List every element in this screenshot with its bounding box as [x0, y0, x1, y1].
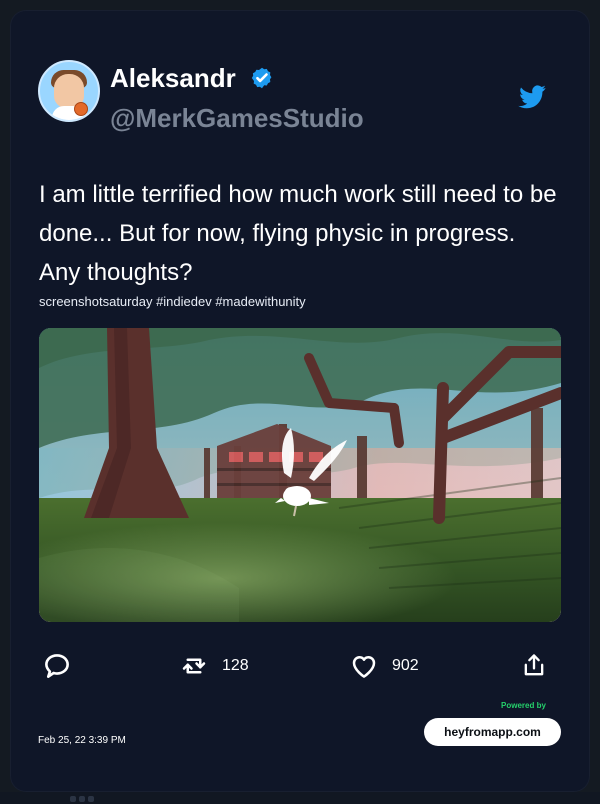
powered-by-label: Powered by: [501, 701, 546, 710]
avatar-basketball-icon: [74, 102, 88, 116]
indicator-dot: [88, 796, 94, 802]
heyfromapp-link[interactable]: heyfromapp.com: [424, 718, 561, 746]
author-handle[interactable]: @MerkGamesStudio: [110, 102, 364, 134]
like-count: 902: [392, 657, 419, 674]
retweet-count: 128: [222, 657, 249, 674]
reply-icon: [42, 651, 72, 681]
like-button[interactable]: 902: [348, 648, 419, 684]
share-button[interactable]: [520, 648, 548, 684]
bottom-indicator: [70, 796, 96, 804]
tweet-media[interactable]: [39, 328, 561, 622]
author-name[interactable]: Aleksandr: [110, 62, 236, 94]
share-icon: [520, 651, 548, 681]
tweet-timestamp: Feb 25, 22 3:39 PM: [38, 735, 126, 746]
indicator-dot: [79, 796, 85, 802]
reply-button[interactable]: [42, 648, 72, 684]
indicator-dot: [70, 796, 76, 802]
twitter-bird-icon: [515, 82, 549, 112]
tweet-text: I am little terrified how much work stil…: [39, 181, 557, 286]
hashtags[interactable]: screenshotsaturday #indiedev #madewithun…: [39, 293, 306, 311]
verified-badge-icon: [250, 66, 274, 90]
retweet-button[interactable]: 128: [178, 648, 249, 684]
heyfromapp-label: heyfromapp.com: [444, 725, 541, 739]
game-scene-image: [39, 328, 561, 622]
retweet-icon: [178, 651, 210, 681]
author-avatar[interactable]: [38, 60, 100, 122]
tweet-card: Aleksandr @MerkGamesStudio I am little t…: [10, 10, 590, 792]
heart-icon: [348, 651, 380, 681]
